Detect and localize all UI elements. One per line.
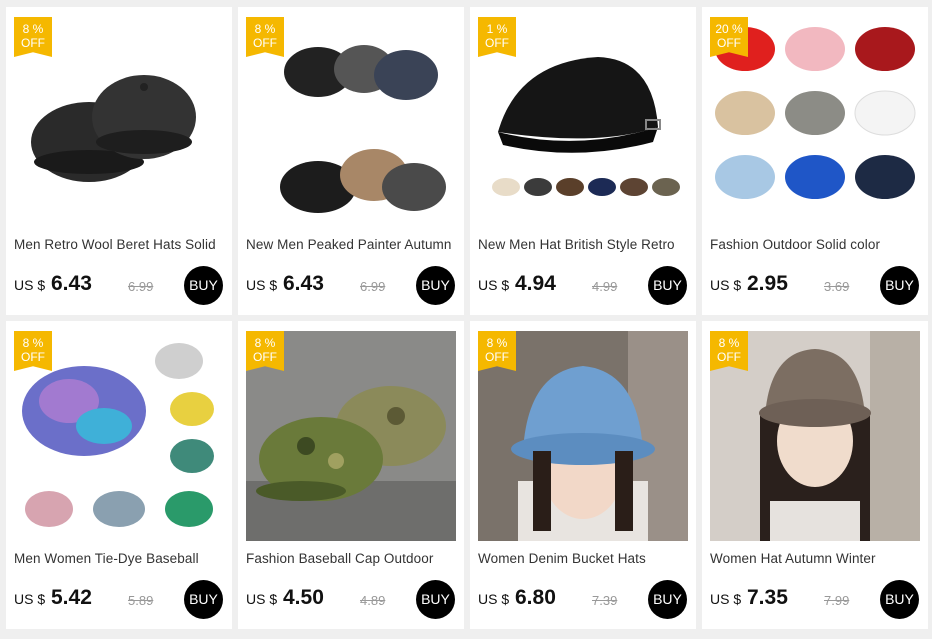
buy-button[interactable]: BUY [880,266,919,305]
product-title[interactable]: Men Women Tie-Dye Baseball [14,551,226,566]
sale-price: 7.35 [747,586,788,609]
original-price: 4.89 [360,593,386,608]
product-title[interactable]: New Men Peaked Painter Autumn [246,237,458,252]
product-card[interactable]: 8 % OFF Fashion Baseball Cap Outdoor US $… [238,321,464,629]
discount-badge: 8 % OFF [14,331,52,371]
product-card[interactable]: 8 % OFF New Men Peaked Painter Autumn US … [238,7,464,315]
sale-price: 6.43 [51,272,92,295]
product-title[interactable]: Women Hat Autumn Winter [710,551,922,566]
product-card[interactable]: 8 % OFF Men Retro Wool Beret Hats Solid U… [6,7,232,315]
buy-button[interactable]: BUY [416,580,455,619]
sale-price: 4.50 [283,586,324,609]
original-price: 5.89 [128,593,154,608]
product-title[interactable]: Fashion Outdoor Solid color [710,237,922,252]
discount-badge: 8 % OFF [478,331,516,371]
currency-label: US $ [478,277,510,293]
buy-button[interactable]: BUY [184,266,223,305]
original-price: 7.39 [592,593,618,608]
sale-price: 5.42 [51,586,92,609]
discount-badge: 8 % OFF [246,17,284,57]
buy-button[interactable]: BUY [416,266,455,305]
product-card[interactable]: 1 % OFF New Men Hat British Style Retro U… [470,7,696,315]
discount-badge: 8 % OFF [14,17,52,57]
original-price: 3.69 [824,279,850,294]
product-card[interactable]: 20 % OFF Fashion Outdoor Solid color US $… [702,7,928,315]
currency-label: US $ [478,591,510,607]
original-price: 7.99 [824,593,850,608]
original-price: 6.99 [128,279,154,294]
currency-label: US $ [246,277,278,293]
discount-badge: 1 % OFF [478,17,516,57]
currency-label: US $ [710,277,742,293]
sale-price: 2.95 [747,272,788,295]
product-card[interactable]: 8 % OFF Men Women Tie-Dye Baseball US $ 5… [6,321,232,629]
product-title[interactable]: Fashion Baseball Cap Outdoor [246,551,458,566]
product-card[interactable]: 8 % OFF Women Denim Bucket Hats US $ 6.80… [470,321,696,629]
buy-button[interactable]: BUY [648,266,687,305]
discount-badge: 8 % OFF [246,331,284,371]
buy-button[interactable]: BUY [184,580,223,619]
original-price: 6.99 [360,279,386,294]
product-title[interactable]: Men Retro Wool Beret Hats Solid [14,237,226,252]
currency-label: US $ [14,277,46,293]
sale-price: 4.94 [515,272,556,295]
currency-label: US $ [246,591,278,607]
currency-label: US $ [14,591,46,607]
sale-price: 6.80 [515,586,556,609]
product-card[interactable]: 8 % OFF Women Hat Autumn Winter US $ 7.35… [702,321,928,629]
discount-badge: 20 % OFF [710,17,748,57]
product-title[interactable]: New Men Hat British Style Retro [478,237,690,252]
buy-button[interactable]: BUY [880,580,919,619]
currency-label: US $ [710,591,742,607]
discount-badge: 8 % OFF [710,331,748,371]
original-price: 4.99 [592,279,618,294]
product-title[interactable]: Women Denim Bucket Hats [478,551,690,566]
sale-price: 6.43 [283,272,324,295]
buy-button[interactable]: BUY [648,580,687,619]
